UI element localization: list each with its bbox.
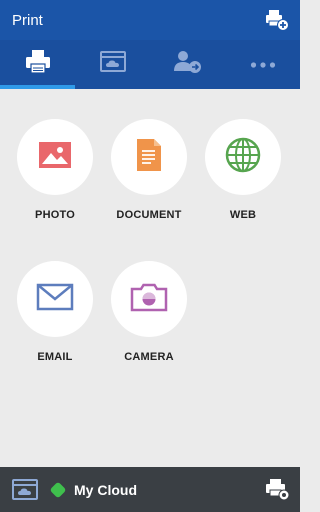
globe-icon [225,137,261,178]
page-title: Print [12,11,43,29]
camera-button[interactable] [111,261,187,337]
web-button[interactable] [205,119,281,195]
print-options-grid: PHOTO DOCUMENT WEB EMAIL CAMERA [0,89,300,439]
printer-settings-icon[interactable] [264,476,292,504]
print-option-web[interactable]: WEB [198,119,288,221]
bottom-bar: My Cloud [0,467,300,512]
tab-share[interactable] [150,40,225,89]
tab-cloud[interactable] [75,40,150,89]
email-button[interactable] [17,261,93,337]
cloud-status-indicator [49,481,67,498]
add-printer-icon[interactable] [264,7,290,33]
print-option-label: PHOTO [35,209,75,221]
print-option-label: EMAIL [37,351,73,363]
tab-more[interactable] [225,40,300,89]
my-cloud-label[interactable]: My Cloud [74,482,137,498]
document-button[interactable] [111,119,187,195]
user-share-icon [172,49,204,80]
print-option-label: CAMERA [124,351,174,363]
app-bar: Print [0,0,300,40]
print-option-label: DOCUMENT [116,209,182,221]
print-option-photo[interactable]: PHOTO [10,119,100,221]
envelope-icon [36,283,74,316]
tab-print[interactable] [0,40,75,89]
document-icon [135,138,163,177]
camera-icon [130,282,168,317]
printer-icon [24,49,52,80]
print-option-document[interactable]: DOCUMENT [104,119,194,221]
photo-button[interactable] [17,119,93,195]
more-icon [250,56,276,74]
tab-bar [0,40,300,89]
photo-icon [38,141,72,174]
print-option-email[interactable]: EMAIL [10,261,100,363]
print-option-camera[interactable]: CAMERA [104,261,194,363]
cloud-storage-icon [99,50,127,79]
cloud-storage-icon[interactable] [8,473,42,507]
print-option-label: WEB [229,209,257,221]
